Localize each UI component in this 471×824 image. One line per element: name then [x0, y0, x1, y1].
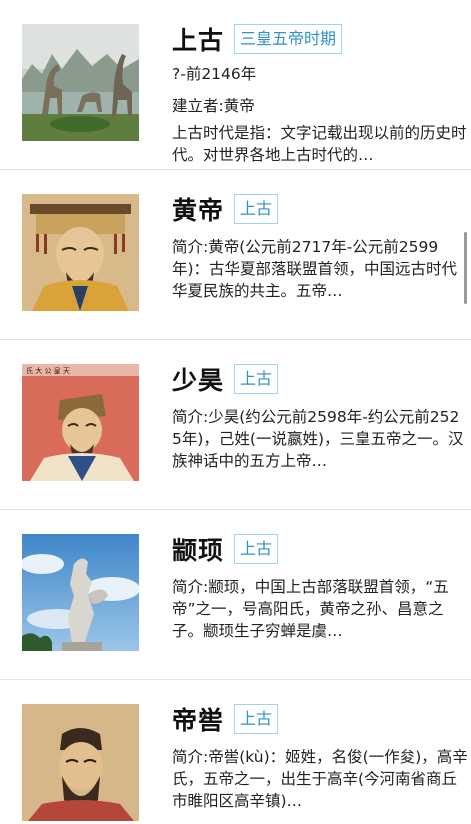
statue-photo: [22, 534, 139, 651]
item-title: 上古: [172, 26, 225, 55]
list-item[interactable]: 颛顼 上古 简介:颛顼，中国上古部落联盟首领，“五帝”之一，号高阳氏，黄帝之孙、…: [0, 510, 471, 680]
item-period: ?-前2146年: [172, 65, 257, 83]
item-thumbnail: [22, 704, 139, 821]
item-description: 上古时代是指：文字记载出现以前的历史时代。对世界各地上古时代的…: [172, 124, 467, 164]
item-thumbnail: [22, 534, 139, 651]
item-title: 帝喾: [172, 706, 225, 735]
item-description: 简介:黄帝(公元前2717年-公元前2599年)：古华夏部落联盟首领，中国远古时…: [172, 238, 458, 300]
item-thumbnail: [22, 24, 139, 141]
era-tag: 上古: [234, 534, 279, 564]
item-title: 颛顼: [172, 536, 225, 565]
item-description: 简介:帝喾(kù)：姬姓，名俊(一作夋)，高辛氏，五帝之一，出生于高辛(今河南省…: [172, 748, 468, 810]
portrait-inscription: 氏 大 公 皇 天: [26, 366, 70, 375]
list-item[interactable]: 氏 大 公 皇 天 少昊 上古 简介:少昊(约公元前2598年-约公元前2525…: [0, 340, 471, 510]
item-title: 少昊: [172, 366, 225, 395]
item-description: 简介:少昊(约公元前2598年-约公元前2525年)，己姓(一说嬴姓)，三皇五帝…: [172, 408, 464, 470]
bearded-ruler-portrait: [22, 704, 139, 821]
era-tag: 上古: [234, 194, 279, 224]
item-thumbnail: 氏 大 公 皇 天: [22, 364, 139, 481]
item-title: 黄帝: [172, 196, 225, 225]
era-tag: 三皇五帝时期: [234, 24, 343, 54]
ancient-ruler-portrait: 氏 大 公 皇 天: [22, 364, 139, 481]
dinosaur-park-photo: [22, 24, 139, 141]
emperor-portrait: [22, 194, 139, 311]
item-founder: 建立者:黄帝: [172, 97, 255, 115]
list-item[interactable]: 帝喾 上古 简介:帝喾(kù)：姬姓，名俊(一作夋)，高辛氏，五帝之一，出生于高…: [0, 680, 471, 824]
dynasty-list: 上古 三皇五帝时期 ?-前2146年 建立者:黄帝 上古时代是指：文字记载出现以…: [0, 0, 471, 824]
list-item[interactable]: 黄帝 上古 简介:黄帝(公元前2717年-公元前2599年)：古华夏部落联盟首领…: [0, 170, 471, 340]
era-tag: 上古: [234, 364, 279, 394]
item-description: 简介:颛顼，中国上古部落联盟首领，“五帝”之一，号高阳氏，黄帝之孙、昌意之子。颛…: [172, 578, 449, 640]
list-item[interactable]: 上古 三皇五帝时期 ?-前2146年 建立者:黄帝 上古时代是指：文字记载出现以…: [0, 0, 471, 170]
era-tag: 上古: [234, 704, 279, 734]
item-thumbnail: [22, 194, 139, 311]
scrollbar[interactable]: [464, 232, 467, 304]
